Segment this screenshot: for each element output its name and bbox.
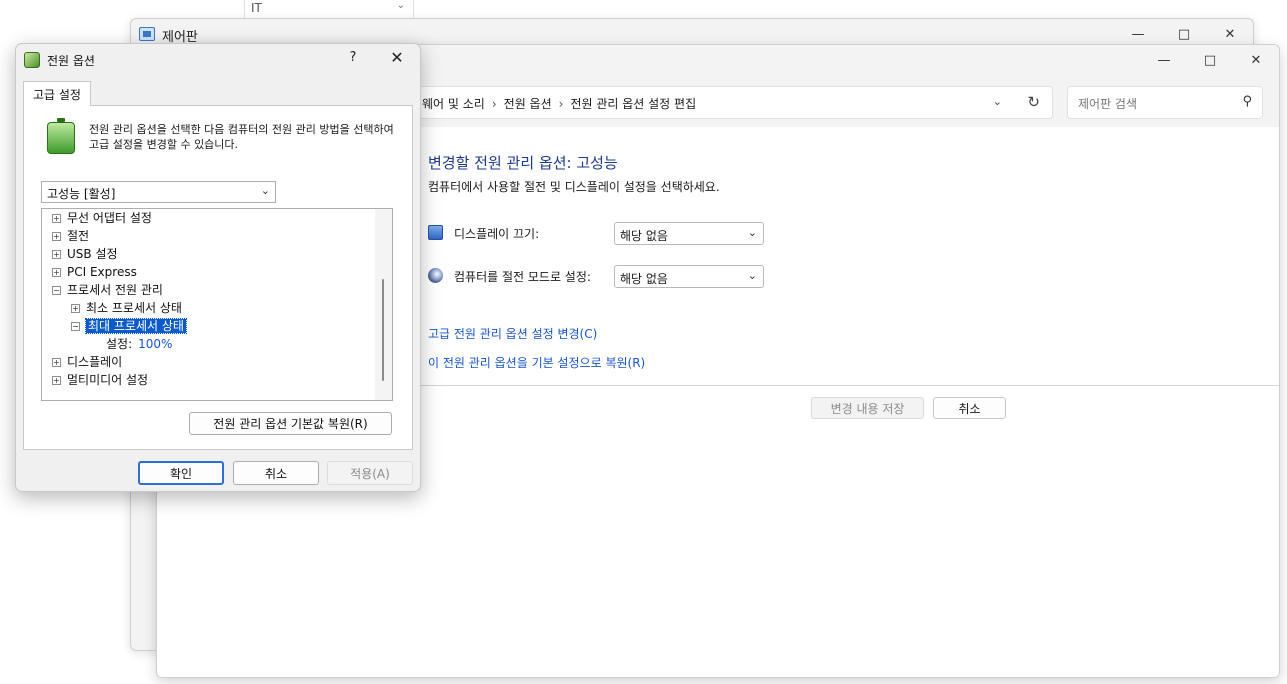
chevron-right-icon: › bbox=[558, 97, 564, 111]
expand-icon[interactable]: + bbox=[71, 304, 80, 313]
tree-item-processor[interactable]: − 프로세서 전원 관리 bbox=[52, 282, 163, 298]
display-icon bbox=[428, 225, 443, 240]
power-options-dialog: 전원 옵션 ? ✕ 고급 설정 전원 관리 옵션을 선택한 다음 컴퓨터의 전원… bbox=[15, 43, 421, 492]
chevron-right-icon: › bbox=[491, 97, 497, 111]
tree-scrollbar[interactable] bbox=[375, 209, 392, 400]
search-icon[interactable]: ⚲ bbox=[1242, 94, 1252, 109]
tree-item-usb[interactable]: + USB 설정 bbox=[52, 246, 118, 262]
apply-button[interactable]: 적용(A) bbox=[327, 461, 413, 485]
background-dropdown[interactable]: IT ⌄ bbox=[244, 0, 414, 18]
refresh-icon[interactable]: ↻ bbox=[1027, 93, 1040, 111]
tree-item-multimedia[interactable]: + 멀티미디어 설정 bbox=[52, 372, 148, 388]
setting-label: 설정: bbox=[106, 337, 133, 351]
tree-item-max-processor-state[interactable]: − 최대 프로세서 상태 bbox=[71, 318, 187, 334]
collapse-icon[interactable]: − bbox=[71, 322, 80, 331]
address-dropdown-icon[interactable]: ⌄ bbox=[993, 95, 1002, 108]
expand-icon[interactable]: + bbox=[52, 358, 61, 367]
sleep-label: 컴퓨터를 절전 모드로 설정: bbox=[454, 270, 591, 284]
save-changes-button[interactable]: 변경 내용 저장 bbox=[811, 397, 924, 419]
chevron-down-icon: ⌄ bbox=[260, 184, 270, 197]
minimize-icon[interactable]: — bbox=[1141, 45, 1187, 75]
expand-icon[interactable]: + bbox=[52, 214, 61, 223]
breadcrumb-item-edit-plan[interactable]: 전원 관리 옵션 설정 편집 bbox=[570, 97, 696, 111]
search-box[interactable]: 제어판 검색 ⚲ bbox=[1067, 86, 1263, 119]
restore-defaults-button[interactable]: 전원 관리 옵션 기본값 복원(R) bbox=[189, 412, 392, 435]
dialog-title: 전원 옵션 bbox=[47, 54, 95, 68]
tree-item-display[interactable]: + 디스플레이 bbox=[52, 354, 122, 370]
breadcrumb: 웨어 및 소리 › 전원 옵션 › 전원 관리 옵션 설정 편집 bbox=[422, 95, 696, 112]
tree-item-min-processor-state[interactable]: + 최소 프로세서 상태 bbox=[71, 300, 182, 316]
tab-panel: 전원 관리 옵션을 선택한 다음 컴퓨터의 전원 관리 방법을 선택하여 고급 … bbox=[23, 105, 413, 450]
page-subtitle: 컴퓨터에서 사용할 절전 및 디스플레이 설정을 선택하세요. bbox=[428, 180, 720, 194]
power-plan-value: 고성능 [활성] bbox=[47, 187, 116, 201]
settings-tree[interactable]: + 무선 어댑터 설정 + 절전 + USB 설정 + PCI Express − 프로세… bbox=[41, 208, 393, 401]
breadcrumb-item-power-options[interactable]: 전원 옵션 bbox=[504, 97, 552, 111]
sleep-value: 해당 없음 bbox=[620, 272, 668, 286]
ok-button[interactable]: 확인 bbox=[138, 461, 224, 485]
close-icon[interactable]: ✕ bbox=[387, 48, 407, 67]
sleep-select[interactable]: 해당 없음 ⌄ bbox=[614, 265, 764, 288]
tree-item-pci-express[interactable]: + PCI Express bbox=[52, 264, 137, 280]
battery-icon bbox=[47, 118, 75, 154]
control-panel-icon bbox=[139, 27, 155, 41]
search-input[interactable]: 제어판 검색 bbox=[1078, 95, 1137, 112]
expand-icon[interactable]: + bbox=[52, 232, 61, 241]
expand-icon[interactable]: + bbox=[52, 376, 61, 385]
maximize-icon[interactable]: □ bbox=[1187, 45, 1233, 75]
chevron-down-icon: ⌄ bbox=[396, 0, 405, 11]
tab-advanced-settings[interactable]: 고급 설정 bbox=[23, 81, 91, 106]
restore-defaults-link[interactable]: 이 전원 관리 옵션을 기본 설정으로 복원(R) bbox=[428, 354, 645, 371]
dialog-description: 전원 관리 옵션을 선택한 다음 컴퓨터의 전원 관리 방법을 선택하여 고급 … bbox=[89, 123, 394, 151]
tree-item-sleep[interactable]: + 절전 bbox=[52, 228, 89, 244]
background-dropdown-value: IT bbox=[251, 1, 262, 15]
scrollbar-thumb[interactable] bbox=[382, 279, 384, 381]
chevron-down-icon: ⌄ bbox=[747, 226, 757, 239]
power-options-icon bbox=[24, 52, 40, 68]
dialog-cancel-button[interactable]: 취소 bbox=[233, 461, 319, 485]
expand-icon[interactable]: + bbox=[52, 268, 61, 277]
caption-buttons: — □ ✕ bbox=[1141, 45, 1279, 75]
advanced-settings-link[interactable]: 고급 전원 관리 옵션 설정 변경(C) bbox=[428, 325, 597, 342]
tree-item-setting[interactable]: 설정: 100% bbox=[106, 336, 172, 352]
page-title: 변경할 전원 관리 옵션: 고성능 bbox=[428, 154, 618, 172]
collapse-icon[interactable]: − bbox=[52, 286, 61, 295]
close-icon[interactable]: ✕ bbox=[1233, 45, 1279, 75]
dialog-title-bar: 전원 옵션 ? ✕ bbox=[16, 44, 420, 76]
breadcrumb-item-hardware-sound[interactable]: 웨어 및 소리 bbox=[422, 97, 485, 111]
help-button[interactable]: ? bbox=[346, 50, 360, 65]
display-off-value: 해당 없음 bbox=[620, 229, 668, 243]
display-off-select[interactable]: 해당 없음 ⌄ bbox=[614, 222, 764, 245]
sleep-moon-icon bbox=[428, 268, 443, 283]
cancel-button[interactable]: 취소 bbox=[933, 397, 1006, 419]
chevron-down-icon: ⌄ bbox=[747, 269, 757, 282]
expand-icon[interactable]: + bbox=[52, 250, 61, 259]
power-plan-select[interactable]: 고성능 [활성] ⌄ bbox=[41, 181, 276, 203]
display-off-label: 디스플레이 끄기: bbox=[454, 227, 540, 241]
setting-value[interactable]: 100% bbox=[138, 337, 172, 351]
tree-item-wireless[interactable]: + 무선 어댑터 설정 bbox=[52, 210, 152, 226]
